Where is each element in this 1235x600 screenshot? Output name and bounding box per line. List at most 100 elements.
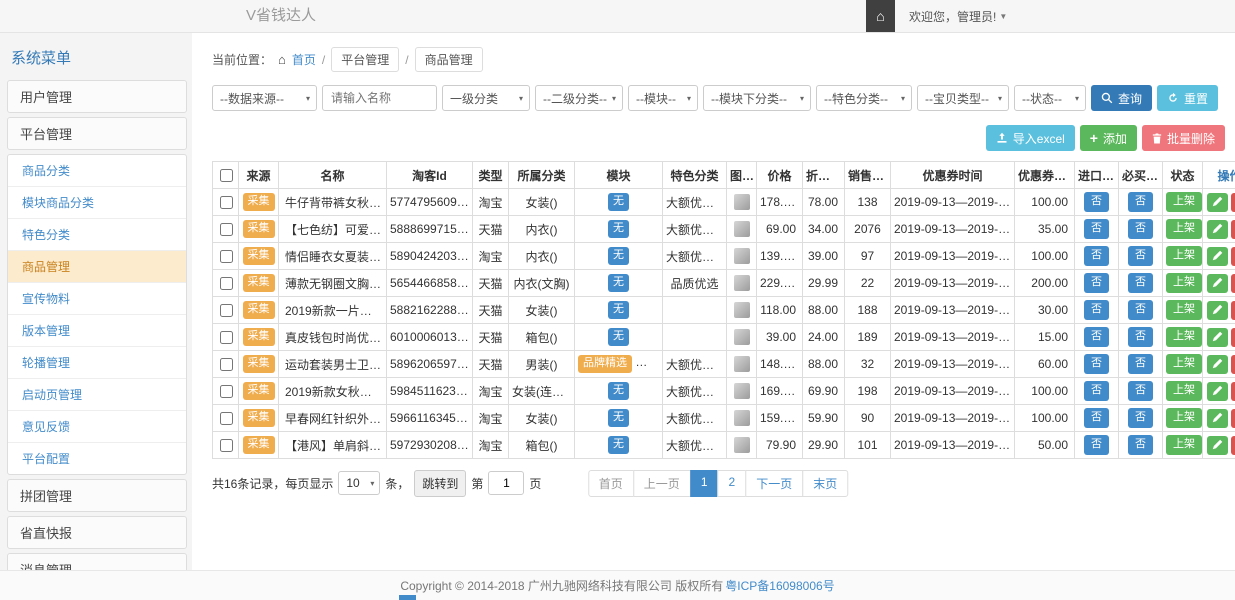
status-button[interactable]: 上架 <box>1166 300 1202 319</box>
row-checkbox[interactable] <box>220 304 233 317</box>
status-select[interactable]: --状态--▾ <box>1014 85 1086 111</box>
row-checkbox[interactable] <box>220 385 233 398</box>
row-checkbox[interactable] <box>220 277 233 290</box>
import-select-toggle[interactable]: 否 <box>1084 192 1109 211</box>
must-buy-toggle[interactable]: 否 <box>1128 408 1153 427</box>
breadcrumb-item-platform[interactable]: 平台管理 <box>331 47 399 72</box>
row-checkbox[interactable] <box>220 358 233 371</box>
row-checkbox[interactable] <box>220 196 233 209</box>
data-source-select[interactable]: --数据来源--▾ <box>212 85 317 111</box>
per-page-select[interactable]: 10 ▾ <box>338 471 380 495</box>
select-all-checkbox[interactable] <box>220 169 233 182</box>
row-checkbox[interactable] <box>220 223 233 236</box>
sidebar-item-4[interactable]: 消息管理 <box>7 553 187 570</box>
user-dropdown[interactable]: 欢迎您，管理员! ▼ <box>909 8 1007 25</box>
import-select-toggle[interactable]: 否 <box>1084 219 1109 238</box>
import-select-toggle[interactable]: 否 <box>1084 327 1109 346</box>
must-buy-toggle[interactable]: 否 <box>1128 381 1153 400</box>
sidebar-subitem-6[interactable]: 轮播管理 <box>8 346 186 378</box>
status-button[interactable]: 上架 <box>1166 327 1202 346</box>
pagination-item[interactable]: 末页 <box>802 470 848 497</box>
status-button[interactable]: 上架 <box>1166 246 1202 265</box>
import-excel-button[interactable]: 导入excel <box>986 125 1075 151</box>
import-select-toggle[interactable]: 否 <box>1084 435 1109 454</box>
status-button[interactable]: 上架 <box>1166 219 1202 238</box>
status-button[interactable]: 上架 <box>1166 435 1202 454</box>
sidebar-subitem-7[interactable]: 启动页管理 <box>8 378 186 410</box>
delete-button[interactable] <box>1231 382 1235 401</box>
import-select-toggle[interactable]: 否 <box>1084 246 1109 265</box>
name-search-input[interactable] <box>322 85 437 111</box>
edit-button[interactable] <box>1207 220 1228 239</box>
sidebar-subitem-2[interactable]: 特色分类 <box>8 218 186 250</box>
page-number-input[interactable] <box>488 471 524 495</box>
sidebar-item-3[interactable]: 省直快报 <box>7 516 187 549</box>
search-button[interactable]: 查询 <box>1091 85 1152 111</box>
delete-button[interactable] <box>1231 193 1235 212</box>
delete-button[interactable] <box>1231 247 1235 266</box>
sidebar-subitem-3[interactable]: 商品管理 <box>8 250 186 282</box>
sidebar-item-0[interactable]: 用户管理 <box>7 80 187 113</box>
batch-delete-button[interactable]: 批量删除 <box>1142 125 1225 151</box>
edit-button[interactable] <box>1207 247 1228 266</box>
edit-button[interactable] <box>1207 436 1228 455</box>
edit-button[interactable] <box>1207 355 1228 374</box>
breadcrumb-item-goods[interactable]: 商品管理 <box>415 47 483 72</box>
status-button[interactable]: 上架 <box>1166 408 1202 427</box>
must-buy-toggle[interactable]: 否 <box>1128 219 1153 238</box>
pagination-item[interactable]: 下一页 <box>745 470 803 497</box>
status-button[interactable]: 上架 <box>1166 354 1202 373</box>
import-select-toggle[interactable]: 否 <box>1084 354 1109 373</box>
edit-button[interactable] <box>1207 274 1228 293</box>
sidebar-subitem-5[interactable]: 版本管理 <box>8 314 186 346</box>
row-checkbox[interactable] <box>220 331 233 344</box>
edit-button[interactable] <box>1207 409 1228 428</box>
import-select-toggle[interactable]: 否 <box>1084 273 1109 292</box>
must-buy-toggle[interactable]: 否 <box>1128 435 1153 454</box>
delete-button[interactable] <box>1231 301 1235 320</box>
sidebar-item-2[interactable]: 拼团管理 <box>7 479 187 512</box>
status-button[interactable]: 上架 <box>1166 192 1202 211</box>
pagination-item[interactable]: 2 <box>718 470 747 497</box>
icp-link[interactable]: 粤ICP备16098006号 <box>725 577 834 594</box>
delete-button[interactable] <box>1231 436 1235 455</box>
delete-button[interactable] <box>1231 355 1235 374</box>
delete-button[interactable] <box>1231 409 1235 428</box>
delete-button[interactable] <box>1231 328 1235 347</box>
home-nav-button[interactable]: ⌂ <box>866 0 895 32</box>
must-buy-toggle[interactable]: 否 <box>1128 327 1153 346</box>
pagination-current-page[interactable]: 1 <box>690 470 719 497</box>
sidebar-subitem-9[interactable]: 平台配置 <box>8 442 186 474</box>
edit-button[interactable] <box>1207 193 1228 212</box>
row-checkbox[interactable] <box>220 250 233 263</box>
must-buy-toggle[interactable]: 否 <box>1128 246 1153 265</box>
sidebar-item-1[interactable]: 平台管理 <box>7 117 187 150</box>
sidebar-subitem-8[interactable]: 意见反馈 <box>8 410 186 442</box>
must-buy-toggle[interactable]: 否 <box>1128 273 1153 292</box>
sidebar-subitem-1[interactable]: 模块商品分类 <box>8 186 186 218</box>
reset-button[interactable]: 重置 <box>1157 85 1218 111</box>
must-buy-toggle[interactable]: 否 <box>1128 300 1153 319</box>
must-buy-toggle[interactable]: 否 <box>1128 354 1153 373</box>
module-select[interactable]: --模块--▾ <box>628 85 698 111</box>
add-button[interactable]: + 添加 <box>1080 125 1137 151</box>
feature-category-select[interactable]: --特色分类--▾ <box>816 85 912 111</box>
delete-button[interactable] <box>1231 274 1235 293</box>
module-subcategory-select[interactable]: --模块下分类--▾ <box>703 85 811 111</box>
level2-category-select[interactable]: --二级分类--▾ <box>535 85 623 111</box>
status-button[interactable]: 上架 <box>1166 273 1202 292</box>
item-type-select[interactable]: --宝贝类型--▾ <box>917 85 1009 111</box>
delete-button[interactable] <box>1231 220 1235 239</box>
edit-button[interactable] <box>1207 382 1228 401</box>
must-buy-toggle[interactable]: 否 <box>1128 192 1153 211</box>
edit-button[interactable] <box>1207 301 1228 320</box>
status-button[interactable]: 上架 <box>1166 381 1202 400</box>
goto-page-button[interactable]: 跳转到 <box>414 470 466 497</box>
import-select-toggle[interactable]: 否 <box>1084 381 1109 400</box>
import-select-toggle[interactable]: 否 <box>1084 300 1109 319</box>
row-checkbox[interactable] <box>220 412 233 425</box>
import-select-toggle[interactable]: 否 <box>1084 408 1109 427</box>
sidebar-subitem-0[interactable]: 商品分类 <box>8 155 186 186</box>
edit-button[interactable] <box>1207 328 1228 347</box>
row-checkbox[interactable] <box>220 439 233 452</box>
